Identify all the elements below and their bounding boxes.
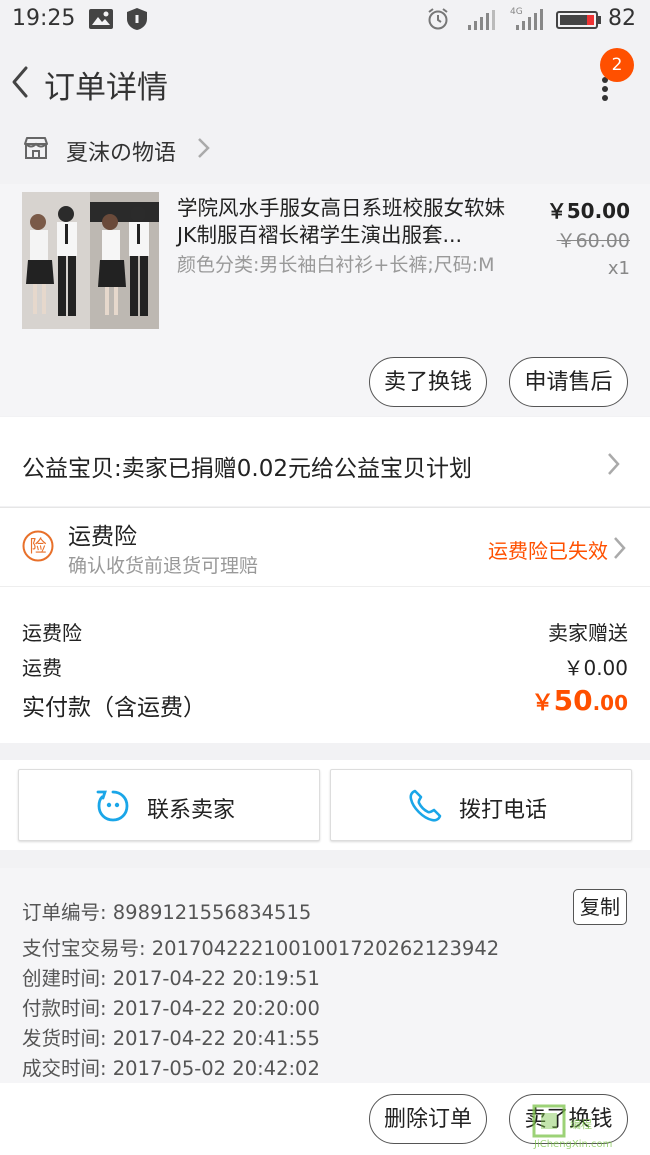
product-original-price: ￥60.00 — [556, 230, 630, 252]
battery-level: 82 — [608, 6, 636, 31]
notification-badge: 2 — [600, 48, 634, 82]
insurance-status: 运费险已失效 — [488, 539, 608, 563]
created-time: 创建时间: 2017-04-22 20:19:51 — [22, 967, 320, 990]
product-quantity: x1 — [607, 258, 630, 279]
phone-icon — [407, 788, 443, 828]
svg-text:险: 险 — [30, 537, 47, 557]
product-title[interactable]: 学院风水手服女高日系班校服女软妹JK制服百褶长裙学生演出服套... — [177, 195, 517, 249]
total-amount: ￥50.00 — [531, 684, 628, 717]
alipay-trade-number: 支付宝交易号: 2017042221001001720262123942 — [22, 937, 500, 960]
insurance-icon: 险 — [22, 530, 54, 562]
resell-button[interactable]: 卖了换钱 — [369, 357, 487, 407]
product-sku: 颜色分类:男长袖白衬衫+长裤;尺码:M — [177, 254, 495, 276]
insurance-title: 运费险 — [68, 524, 137, 550]
alarm-icon — [426, 7, 450, 35]
battery-icon — [556, 10, 602, 34]
chat-face-icon — [95, 788, 131, 828]
watermark-logo: 编程 JiChengXin.com — [532, 1102, 642, 1150]
svg-text:编程: 编程 — [570, 1117, 592, 1131]
shop-icon — [22, 134, 50, 162]
charity-text: 公益宝贝:卖家已捐赠0.02元给公益宝贝计划 — [22, 456, 472, 482]
product-price: ￥50.00 — [546, 199, 630, 223]
svg-text:4G: 4G — [510, 7, 523, 17]
chevron-right-icon — [194, 134, 214, 162]
status-time: 19:25 — [12, 6, 76, 31]
fee-label: 运费险 — [22, 621, 82, 645]
svg-text:JiChengXin.com: JiChengXin.com — [533, 1139, 612, 1150]
total-label: 实付款（含运费） — [22, 695, 206, 721]
completed-time: 成交时间: 2017-05-02 20:42:02 — [22, 1057, 320, 1080]
shipped-time: 发货时间: 2017-04-22 20:41:55 — [22, 1027, 320, 1050]
call-button[interactable]: 拨打电话 — [330, 769, 632, 841]
call-label: 拨打电话 — [459, 798, 548, 823]
signal-icon — [466, 9, 498, 35]
copy-button[interactable]: 复制 — [573, 889, 627, 925]
fee-label: 运费 — [22, 656, 62, 680]
signal-4g-icon: 4G — [510, 5, 546, 35]
contact-seller-button[interactable]: 联系卖家 — [18, 769, 320, 841]
chevron-right-icon — [610, 533, 630, 563]
insurance-subtitle: 确认收货前退货可理赔 — [68, 555, 259, 577]
fee-value: 卖家赠送 — [548, 621, 628, 645]
page-title: 订单详情 — [44, 70, 168, 106]
after-sales-button[interactable]: 申请售后 — [509, 357, 628, 407]
contact-seller-label: 联系卖家 — [147, 798, 236, 823]
delete-order-button[interactable]: 删除订单 — [369, 1094, 487, 1144]
back-arrow-icon[interactable] — [6, 62, 36, 102]
shop-name[interactable]: 夏沫の物语 — [66, 135, 176, 167]
shield-notification-icon — [126, 7, 148, 35]
paid-time: 付款时间: 2017-04-22 20:20:00 — [22, 997, 320, 1020]
fee-value: ￥0.00 — [563, 656, 628, 680]
image-notification-icon — [88, 8, 114, 34]
order-number: 订单编号: 8989121556834515 — [22, 901, 312, 924]
product-thumbnail[interactable] — [22, 192, 159, 329]
chevron-right-icon — [604, 449, 624, 479]
